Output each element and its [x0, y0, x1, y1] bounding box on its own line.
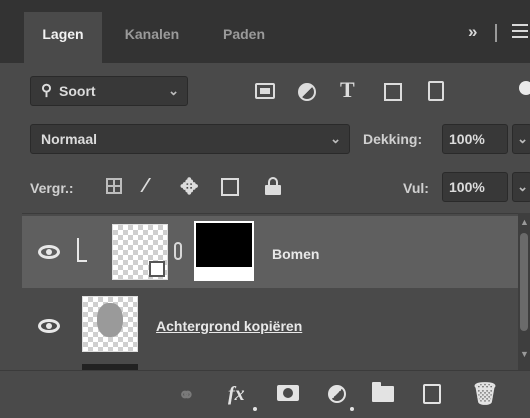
mask-link-icon[interactable] [174, 242, 182, 260]
fill-label: Vul: [403, 180, 429, 196]
lock-image-icon[interactable]: ⁄ [144, 175, 147, 198]
lock-label: Vergr.: [30, 180, 74, 196]
chevron-down-icon: ⌄ [168, 83, 179, 98]
tab-lagen[interactable]: Lagen [24, 12, 102, 63]
lock-row: Vergr.: ⁄ ✥ Vul: 100% ⌄ [22, 165, 530, 213]
filter-row: ⚲ Soort ⌄ T [22, 63, 530, 118]
chevron-down-icon: ⌄ [517, 131, 528, 146]
layer-mask-thumbnail[interactable] [194, 221, 254, 281]
adjustment-menu-indicator [350, 407, 354, 411]
type-filter-icon[interactable]: T [340, 77, 355, 103]
layer-row-achtergrond[interactable]: Achtergrond kopiëren [22, 290, 518, 362]
add-mask-icon[interactable] [277, 385, 299, 401]
tab-divider [495, 24, 497, 42]
link-layers-icon[interactable]: ⚭ [178, 383, 195, 408]
chevron-down-icon: ⌄ [330, 131, 341, 146]
opacity-label: Dekking: [363, 131, 423, 147]
shape-filter-icon[interactable] [384, 83, 402, 101]
search-icon: ⚲ [41, 82, 52, 99]
tab-bar: Lagen Kanalen Paden » [0, 0, 530, 63]
layers-list: Bomen Achtergrond kopiëren [22, 213, 518, 371]
scroll-up-icon[interactable]: ▲ [520, 217, 529, 227]
smart-object-badge-icon [149, 261, 165, 277]
new-layer-icon[interactable] [423, 384, 441, 404]
filter-type-label: Soort [59, 83, 96, 99]
eye-icon[interactable] [38, 319, 60, 333]
chevron-down-icon: ⌄ [517, 179, 528, 194]
fx-menu-indicator [253, 407, 257, 411]
fill-input[interactable]: 100% [442, 172, 508, 202]
adjustment-layer-icon[interactable] [328, 385, 346, 403]
layer-name[interactable]: Bomen [272, 246, 319, 262]
scroll-thumb[interactable] [520, 233, 528, 331]
layers-panel: Lagen Kanalen Paden » ⚲ Soort ⌄ T Normaa… [0, 0, 530, 418]
lock-artboard-icon[interactable] [221, 178, 239, 196]
smart-object-filter-icon[interactable] [428, 81, 444, 101]
lock-all-icon[interactable] [265, 177, 281, 195]
fill-dropdown[interactable]: ⌄ [512, 172, 530, 202]
layer-row-bomen[interactable]: Bomen [22, 216, 518, 288]
trash-icon[interactable]: 🗑 [471, 381, 499, 407]
filter-toggle-icon[interactable] [519, 81, 530, 95]
adjustment-filter-icon[interactable] [298, 83, 316, 101]
eye-icon[interactable] [38, 245, 60, 259]
clipping-arrow-icon [77, 238, 87, 262]
tab-paden[interactable]: Paden [205, 12, 283, 63]
pixel-filter-icon[interactable] [255, 83, 275, 99]
lock-position-icon[interactable]: ✥ [180, 174, 198, 200]
layer-thumbnail[interactable] [82, 296, 138, 352]
tab-kanalen[interactable]: Kanalen [110, 12, 194, 63]
fx-icon[interactable]: fx [228, 383, 245, 406]
lock-transparency-icon[interactable] [106, 178, 122, 194]
panel-menu-icon[interactable] [512, 24, 528, 40]
blend-mode-select[interactable]: Normaal ⌄ [30, 124, 350, 154]
scroll-down-icon[interactable]: ▼ [520, 349, 529, 359]
layer-name[interactable]: Achtergrond kopiëren [156, 318, 302, 334]
double-chevron-right-icon[interactable]: » [468, 22, 477, 42]
layers-scrollbar[interactable]: ▲ ▼ [518, 213, 530, 370]
blend-mode-value: Normaal [41, 131, 98, 147]
group-folder-icon[interactable] [372, 382, 394, 402]
layer-thumbnail[interactable] [112, 224, 168, 280]
opacity-input[interactable]: 100% [442, 124, 508, 154]
filter-type-select[interactable]: ⚲ Soort ⌄ [30, 76, 188, 106]
layers-bottom-bar: ⚭ fx 🗑 [0, 370, 530, 418]
opacity-dropdown[interactable]: ⌄ [512, 124, 530, 154]
portrait-image [97, 303, 123, 337]
blend-row: Normaal ⌄ Dekking: 100% ⌄ [22, 118, 530, 165]
